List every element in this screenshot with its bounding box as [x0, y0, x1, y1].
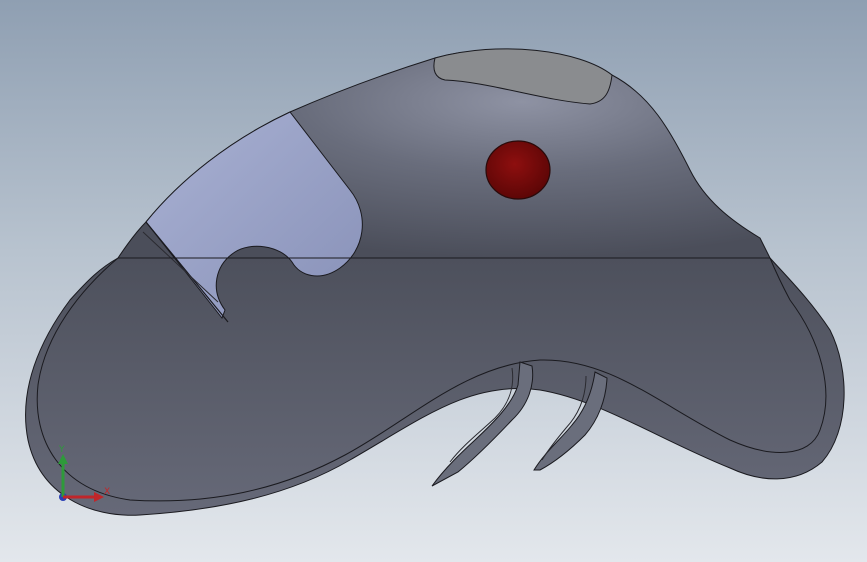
model-canvas[interactable]: Y X [0, 0, 867, 562]
graphics-viewport[interactable]: Y X [0, 0, 867, 562]
red-button[interactable] [485, 140, 551, 200]
x-axis-label: X [104, 487, 110, 497]
y-axis-label: Y [58, 445, 65, 455]
lower-shell[interactable] [25, 257, 845, 516]
